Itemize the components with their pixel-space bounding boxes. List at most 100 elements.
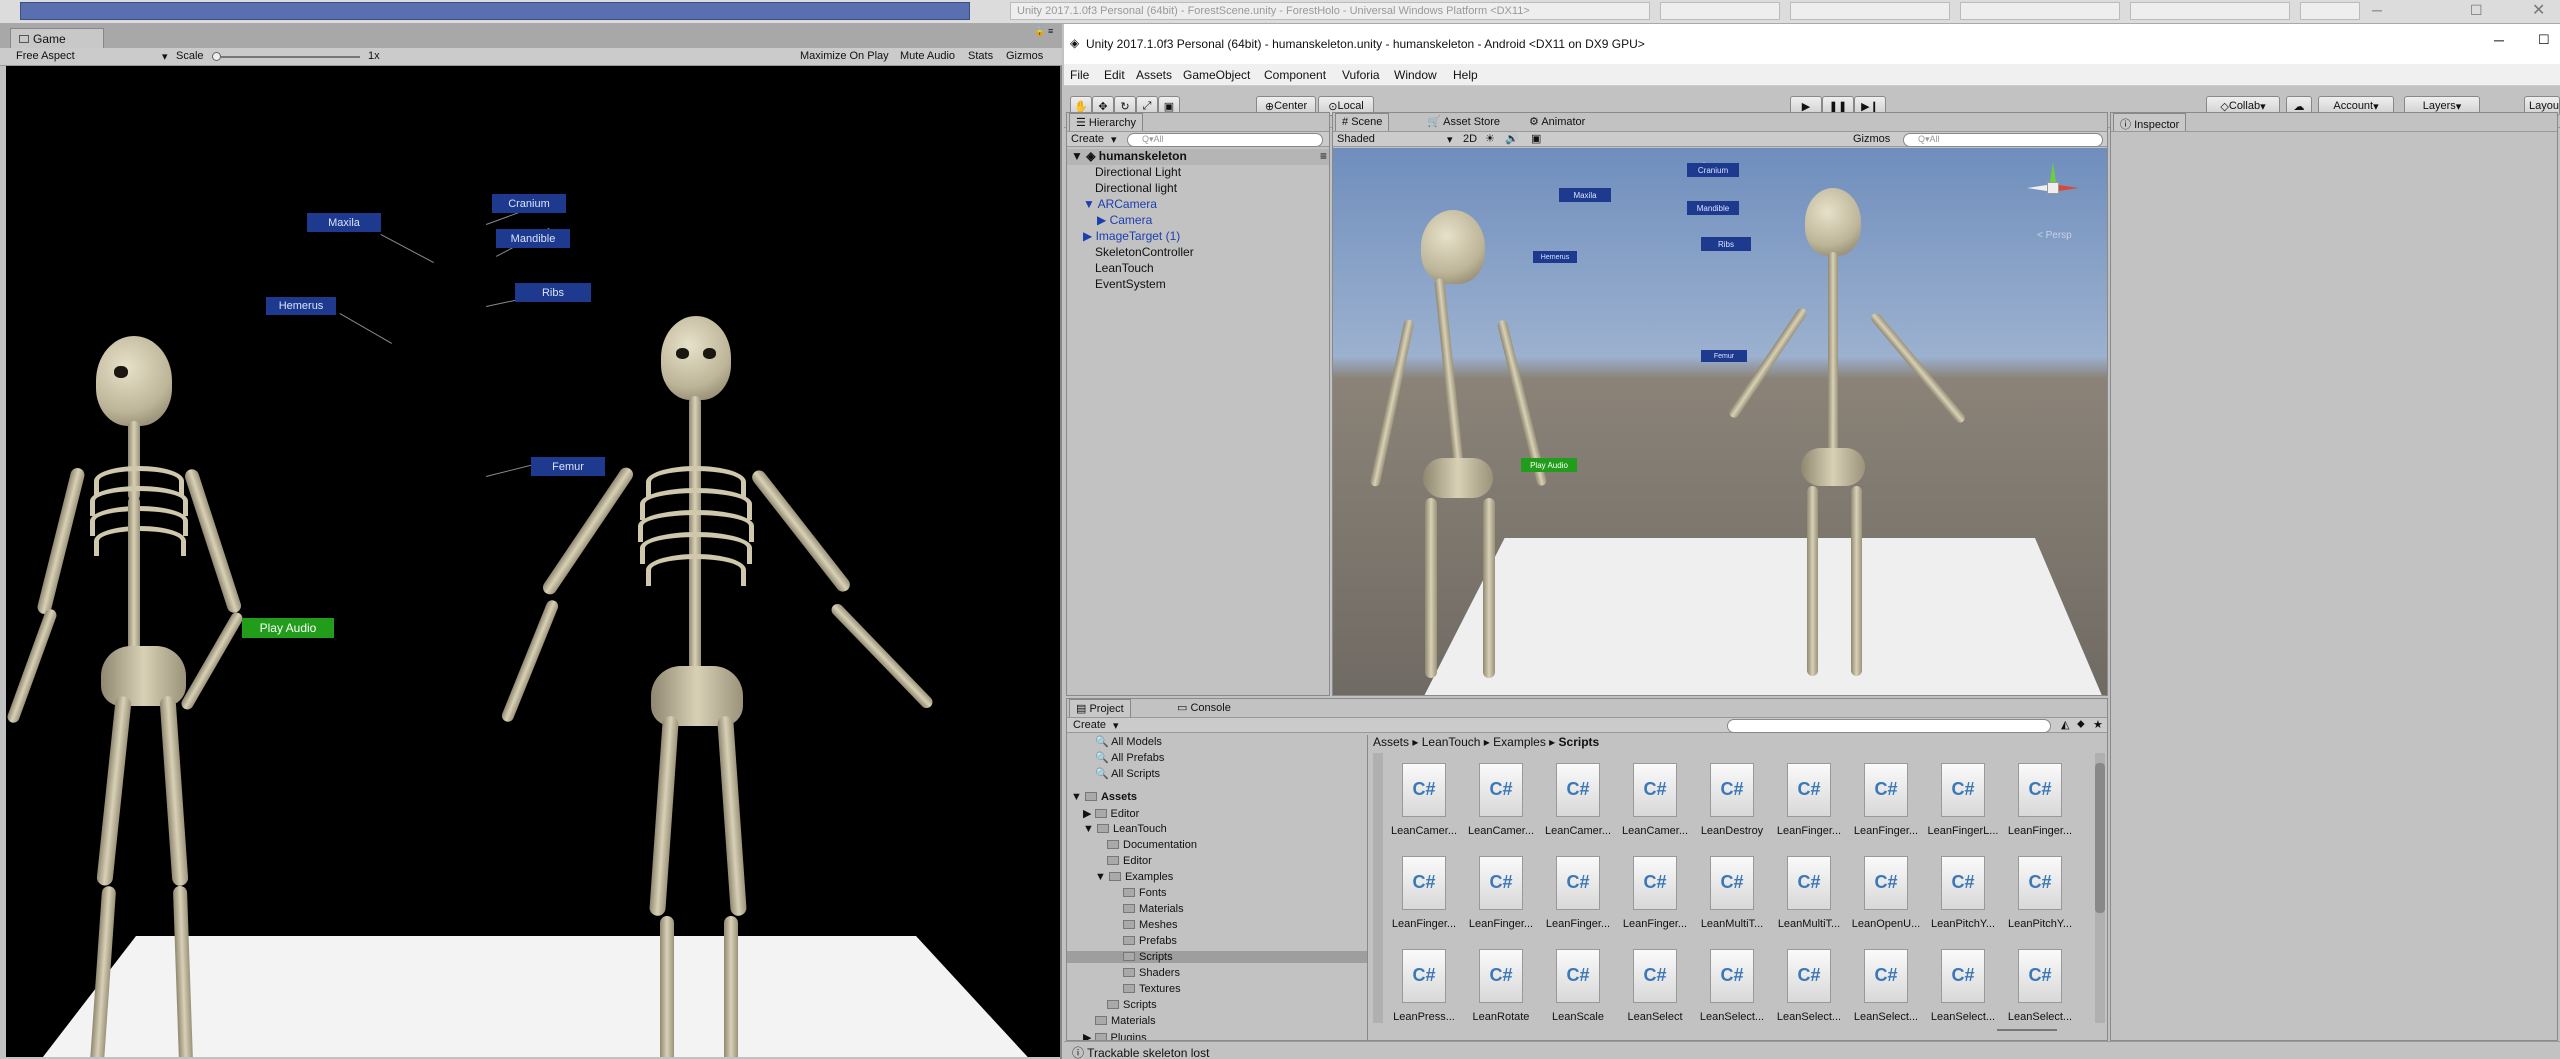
tree-scripts-selected[interactable]: Scripts [1067,951,1367,963]
tab-scene[interactable]: # Scene [1335,113,1390,131]
menu-component[interactable]: Component [1264,68,1326,82]
scene-row[interactable]: ▼ ◈ humanskeleton ≡ [1067,149,1329,165]
asset-script-item[interactable]: LeanSelect... [1926,949,2000,1035]
persp-label[interactable]: < Persp [2037,230,2072,241]
scene-search-input[interactable]: Q▾All [1903,133,2103,147]
label-hemerus[interactable]: Hemerus [266,297,336,315]
tree-documentation[interactable]: Documentation [1107,839,1197,851]
hierarchy-create-button[interactable]: Create [1071,133,1104,145]
tab-game[interactable]: Game [10,28,104,48]
background-window-tab-3[interactable] [1790,2,1950,20]
hierarchy-item-imagetarget[interactable]: ▶ ImageTarget (1) [1067,229,1180,245]
menu-gameobject[interactable]: GameObject [1183,68,1250,82]
expand-arrow-icon[interactable]: ▼ [1083,197,1098,211]
tree-assets[interactable]: ▼ Assets [1071,791,1137,803]
lock-icon[interactable]: 🔒 [1034,26,1045,37]
scene-gizmos-button[interactable]: Gizmos [1853,133,1890,145]
breadcrumb-scripts[interactable]: Scripts [1559,735,1600,749]
background-window-tab-6[interactable] [2300,2,2360,20]
collapse-arrow-icon[interactable]: ▶ [1097,213,1110,227]
menu-help[interactable]: Help [1453,68,1478,82]
scale-slider-handle[interactable] [212,52,221,61]
gizmo-y-axis[interactable] [2050,162,2056,182]
background-window-tab-5[interactable] [2130,2,2290,20]
favorite-all-prefabs[interactable]: 🔍 All Prefabs [1095,751,1164,764]
scene-label-mandible[interactable]: Mandible [1687,201,1739,215]
tree-prefabs[interactable]: Prefabs [1123,935,1177,947]
favorite-all-models[interactable]: 🔍 All Models [1095,735,1162,748]
breadcrumb-examples[interactable]: Examples [1493,735,1546,749]
scene-label-hemerus[interactable]: Hemerus [1533,251,1577,263]
hierarchy-item-skeletoncontroller[interactable]: SkeletonController [1067,245,1194,261]
scene-label-maxila[interactable]: Maxila [1559,188,1611,202]
asset-script-item[interactable]: LeanSelect... [1849,949,1923,1035]
project-create-button[interactable]: Create [1073,719,1106,731]
menu-window[interactable]: Window [1394,68,1437,82]
background-window-tab-4[interactable] [1960,2,2120,20]
tree-shaders[interactable]: Shaders [1123,967,1180,979]
tab-inspector[interactable]: ⓘ Inspector [2113,113,2187,131]
tree-leantouch[interactable]: ▼ LeanTouch [1083,823,1167,835]
asset-script-item[interactable]: LeanSelect... [2003,949,2077,1035]
tree-editor[interactable]: ▶ Editor [1083,807,1139,820]
lighting-icon[interactable]: ☀ [1485,132,1495,145]
asset-script-item[interactable]: LeanFinger... [1849,763,1923,849]
asset-script-item[interactable]: LeanOpenU... [1849,856,1923,942]
minimize-icon[interactable]: ─ [2494,32,2504,48]
hierarchy-item-eventsystem[interactable]: EventSystem [1067,277,1166,293]
breadcrumb-assets[interactable]: Assets [1373,735,1409,749]
tree-textures[interactable]: Textures [1123,983,1181,995]
close-icon[interactable]: ✕ [2532,0,2545,20]
scene-label-ribs[interactable]: Ribs [1701,237,1751,251]
2d-toggle[interactable]: 2D [1463,133,1477,145]
label-femur[interactable]: Femur [531,457,605,476]
tree-leantouch-editor[interactable]: Editor [1107,855,1152,867]
hierarchy-item-directional-light-2[interactable]: Directional light [1067,181,1177,197]
asset-script-item[interactable]: LeanSelect... [1772,949,1846,1035]
tab-asset-store[interactable]: 🛒 Asset Store [1421,113,1506,131]
asset-script-item[interactable]: LeanCamer... [1464,763,1538,849]
asset-script-item[interactable]: LeanRotate [1464,949,1538,1035]
background-window-tab-2[interactable] [1660,2,1780,20]
asset-script-item[interactable]: LeanSelect [1618,949,1692,1035]
asset-script-item[interactable]: LeanFinger... [1772,763,1846,849]
favorite-star-icon[interactable]: ★ [2093,718,2103,731]
menu-vuforia[interactable]: Vuforia [1342,68,1380,82]
label-cranium[interactable]: Cranium [492,194,566,213]
menu-file[interactable]: File [1070,68,1089,82]
scene-orientation-gizmo[interactable] [2023,160,2083,220]
maximize-on-play-button[interactable]: Maximize On Play [800,50,889,62]
asset-script-item[interactable]: LeanSelect... [1695,949,1769,1035]
background-window-blue[interactable] [20,2,970,20]
asset-script-item[interactable]: LeanDestroy [1695,763,1769,849]
tab-project[interactable]: ▤ Project [1069,699,1131,717]
breadcrumb-leantouch[interactable]: LeanTouch [1422,735,1481,749]
hierarchy-item-camera[interactable]: ▶ Camera [1067,213,1152,229]
scene-play-audio-button[interactable]: Play Audio [1521,458,1577,472]
scene-viewport[interactable]: ☀ Maxila Cranium Mandible [1333,148,2107,695]
asset-script-item[interactable]: LeanPitchY... [2003,856,2077,942]
scrollbar-thumb[interactable] [2095,763,2105,913]
menu-assets[interactable]: Assets [1136,68,1172,82]
gizmo-center-cube[interactable] [2047,182,2059,194]
tree-fonts[interactable]: Fonts [1123,887,1167,899]
asset-script-item[interactable]: LeanCamer... [1387,763,1461,849]
asset-script-item[interactable]: LeanCamer... [1541,763,1615,849]
label-mandible[interactable]: Mandible [496,229,570,248]
play-audio-button[interactable]: Play Audio [242,618,334,638]
maximize-icon[interactable]: ☐ [2538,32,2550,48]
asset-grid-scrollbar[interactable] [2095,753,2105,1023]
menu-edit[interactable]: Edit [1104,68,1125,82]
asset-script-item[interactable]: LeanMultiT... [1772,856,1846,942]
filter-label-icon[interactable]: ⬥ [2077,718,2085,731]
tab-animator[interactable]: ⚙ Animator [1523,113,1591,131]
stats-button[interactable]: Stats [968,50,993,62]
project-search-input[interactable] [1727,719,2051,733]
tree-materials[interactable]: Materials [1123,903,1184,915]
tab-console[interactable]: ▭ Console [1171,699,1237,717]
asset-script-item[interactable]: LeanMultiT... [1695,856,1769,942]
effects-icon[interactable]: ▣ [1531,132,1541,145]
asset-script-item[interactable]: LeanScale [1541,949,1615,1035]
project-splitter[interactable] [1367,735,1368,1040]
aspect-dropdown[interactable]: Free Aspect [16,50,75,62]
